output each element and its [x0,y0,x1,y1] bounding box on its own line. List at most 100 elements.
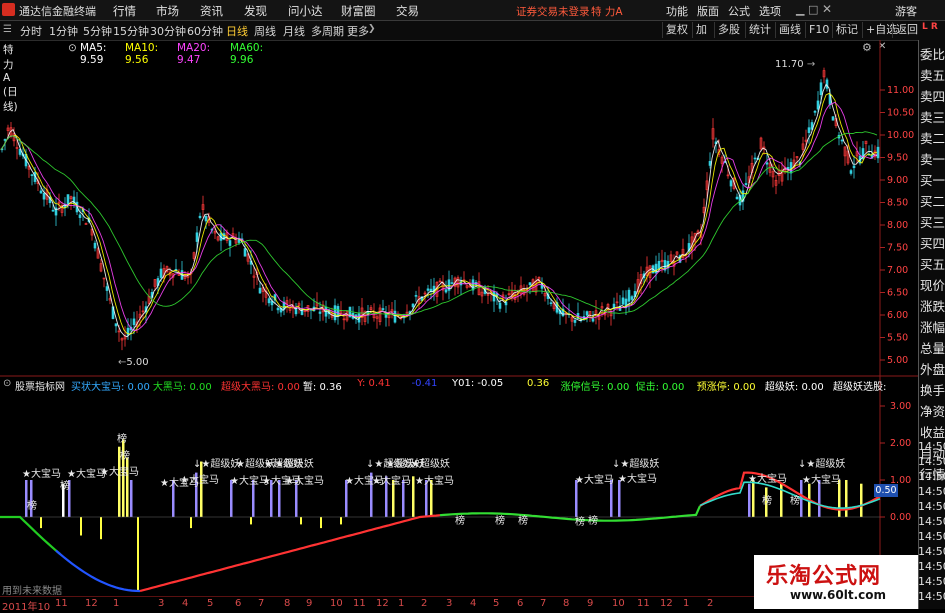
tab-1min[interactable]: 1分钟 [49,23,78,39]
negative-bar [340,517,342,525]
wave-green-flat-segment [439,505,702,522]
tab-multi-period[interactable]: 多周期 [311,23,344,39]
indicator-item-2: 超级大黑马: 0.00 [221,382,300,393]
signal-label-28: 榜 [495,516,505,527]
app-logo [2,3,15,16]
candle-body [549,302,553,304]
indicator-item-6: Y01: -0.05 [452,378,504,389]
btn-draw[interactable]: 画线 [775,22,804,38]
toolbar-collapse-icon[interactable]: ☰ [3,24,12,35]
price-tick-label: 7.50 [887,243,908,254]
indicator-item-5: -0.41 [411,378,438,389]
time-tick-23: 10 [612,598,625,609]
tab-intraday[interactable]: 分时 [20,23,42,39]
maximize-icon[interactable]: □ [808,3,818,16]
price-tick-label: 6.50 [887,288,908,299]
menu-layout[interactable]: 版面 [697,3,719,19]
candle-body [744,183,748,185]
price-tick-label: 8.50 [887,198,908,209]
candle-body [51,209,55,212]
menu-options[interactable]: 选项 [759,3,781,19]
candle-body [852,165,856,169]
candle-body [39,190,43,194]
menu-wealth-circle[interactable]: 财富圈 [341,3,376,19]
quote-panel-row-13: 涨幅 [919,320,945,335]
menu-function[interactable]: 功能 [666,3,688,19]
time-tick-16: 3 [446,598,453,609]
quote-panel-row-0: 委比 [919,47,945,62]
login-status[interactable]: 证券交易未登录 [516,4,590,19]
tab-monthly[interactable]: 月线 [283,23,305,39]
time-tick-21: 8 [563,598,570,609]
negative-bar [320,517,322,529]
signal-label-14: ★大宝马 [285,476,324,487]
candle-body [393,310,397,323]
candle-body [132,318,136,326]
menu-formula[interactable]: 公式 [728,3,750,19]
quote-panel-row-6: 买一 [919,173,945,188]
btn-adjust[interactable]: 复权 [662,22,691,38]
guest-user[interactable]: 游客 [895,3,917,19]
indicator-tick-label: 2.00 [890,438,911,449]
signal-label-2: ★大宝马 [100,467,139,478]
menu-market[interactable]: 市场 [156,3,179,19]
signal-bar [130,480,133,517]
menu-news[interactable]: 资讯 [200,3,223,19]
indicator-name: 股票指标网 [15,382,65,393]
candle-body [735,196,739,200]
signal-label-29: 榜 [518,516,528,527]
btn-multi-stock[interactable]: 多股 [714,22,743,38]
minimize-icon[interactable]: ▁ [796,3,804,16]
candle-body [3,139,7,141]
candle-body [708,161,712,166]
menu-quotes[interactable]: 行情 [113,3,136,19]
time-label-0: 14:50 [918,440,945,453]
signal-label-17: ★超级妖 [411,459,450,470]
btn-stats[interactable]: 统计 [745,22,774,38]
candle-body [267,298,271,304]
btn-mark[interactable]: 标记 [832,22,861,38]
time-tick-25: 12 [660,598,673,609]
indicator-item-10: 预涨停: 0.00 [696,382,756,393]
time-label-9: 14:50 [918,575,945,588]
menu-discover[interactable]: 发现 [244,3,267,19]
btn-f10[interactable]: F10 [805,22,832,38]
signal-bar [752,480,755,517]
quote-panel-row-12: 涨跌 [919,299,945,314]
app-title: 通达信金融终端 [19,5,96,18]
signal-label-31: 榜 [588,516,598,527]
candle-body [621,297,625,305]
tab-60min[interactable]: 60分钟 [187,23,223,39]
more-arrow-icon[interactable]: ❯ [368,24,376,34]
tab-more[interactable]: 更多 [347,23,369,39]
indicator-item-0: 买状大宝马: 0.00 [71,382,150,393]
negative-bar [137,517,139,591]
close-icon[interactable]: ✕ [822,2,832,16]
candle-body [657,260,661,270]
signal-label-3: 榜 [27,501,37,512]
negative-bar [40,517,42,529]
tab-weekly[interactable]: 周线 [254,23,276,39]
candle-body [573,319,577,323]
menu-trade[interactable]: 交易 [396,3,419,19]
tab-daily[interactable]: 日线 [226,23,248,39]
panel-corner-flag[interactable]: L R [922,22,938,32]
tab-5min[interactable]: 5分钟 [83,23,112,39]
tab-30min[interactable]: 30分钟 [150,23,186,39]
candle-body [414,295,418,297]
time-tick-6: 5 [207,598,214,609]
time-label-1: 14:50 [918,455,945,468]
candle-body [276,307,280,311]
signal-label-33: 榜 [790,496,800,507]
signal-label-24: ★大宝马 [748,474,787,485]
ma5-line [0,83,878,338]
tab-15min[interactable]: 15分钟 [113,23,149,39]
quote-panel-row-15: 外盘 [919,362,945,377]
menu-ask-xiaoda[interactable]: 问小达 [288,3,323,19]
price-tick-label: 5.50 [887,333,908,344]
btn-back[interactable]: 返回 [892,22,921,38]
btn-add[interactable]: 加 [692,22,710,38]
watermark-title: 乐淘公式网 [766,564,882,589]
indicator-item-1: 大黑马: 0.00 [152,382,212,393]
time-tick-19: 6 [517,598,524,609]
